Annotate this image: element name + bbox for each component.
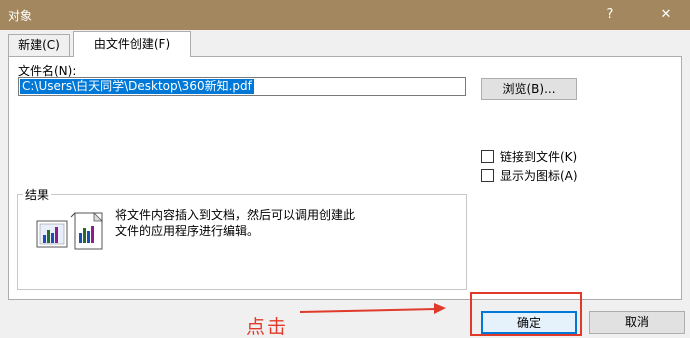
tab-create-from-file[interactable]: 由文件创建(F) [73,31,191,57]
display-as-icon-checkbox[interactable]: 显示为图标(A) [481,167,578,183]
annotation-label: 点击 [246,316,289,338]
file-name-input[interactable]: C:\Users\白天同学\Desktop\360新知.pdf [18,77,466,96]
tab-new[interactable]: 新建(C) [8,34,70,56]
embed-document-icon [36,212,103,250]
link-to-file-checkbox[interactable]: 链接到文件(K) [481,148,577,164]
ok-button[interactable]: 确定 [481,311,577,334]
dialog-title: 对象 [8,9,33,23]
title-bar: 对象 ? ✕ [0,0,690,30]
help-button[interactable]: ? [600,5,620,25]
result-description-line: 将文件内容插入到文档，然后可以调用创建此 [115,208,356,222]
cancel-button[interactable]: 取消 [589,311,685,334]
close-button[interactable]: ✕ [656,5,676,25]
file-name-value: C:\Users\白天同学\Desktop\360新知.pdf [20,79,254,94]
checkbox-label: 链接到文件(K) [500,149,578,164]
checkbox-box[interactable] [481,168,494,182]
result-description-line: 文件的应用程序进行编辑。 [115,224,260,238]
result-title: 结果 [23,186,52,203]
annotation-arrow-icon [299,303,446,314]
browse-button[interactable]: 浏览(B)... [481,78,577,100]
checkbox-box[interactable] [481,149,494,163]
result-description: 将文件内容插入到文档，然后可以调用创建此 文件的应用程序进行编辑。 [115,207,445,239]
checkbox-label: 显示为图标(A) [500,168,578,183]
